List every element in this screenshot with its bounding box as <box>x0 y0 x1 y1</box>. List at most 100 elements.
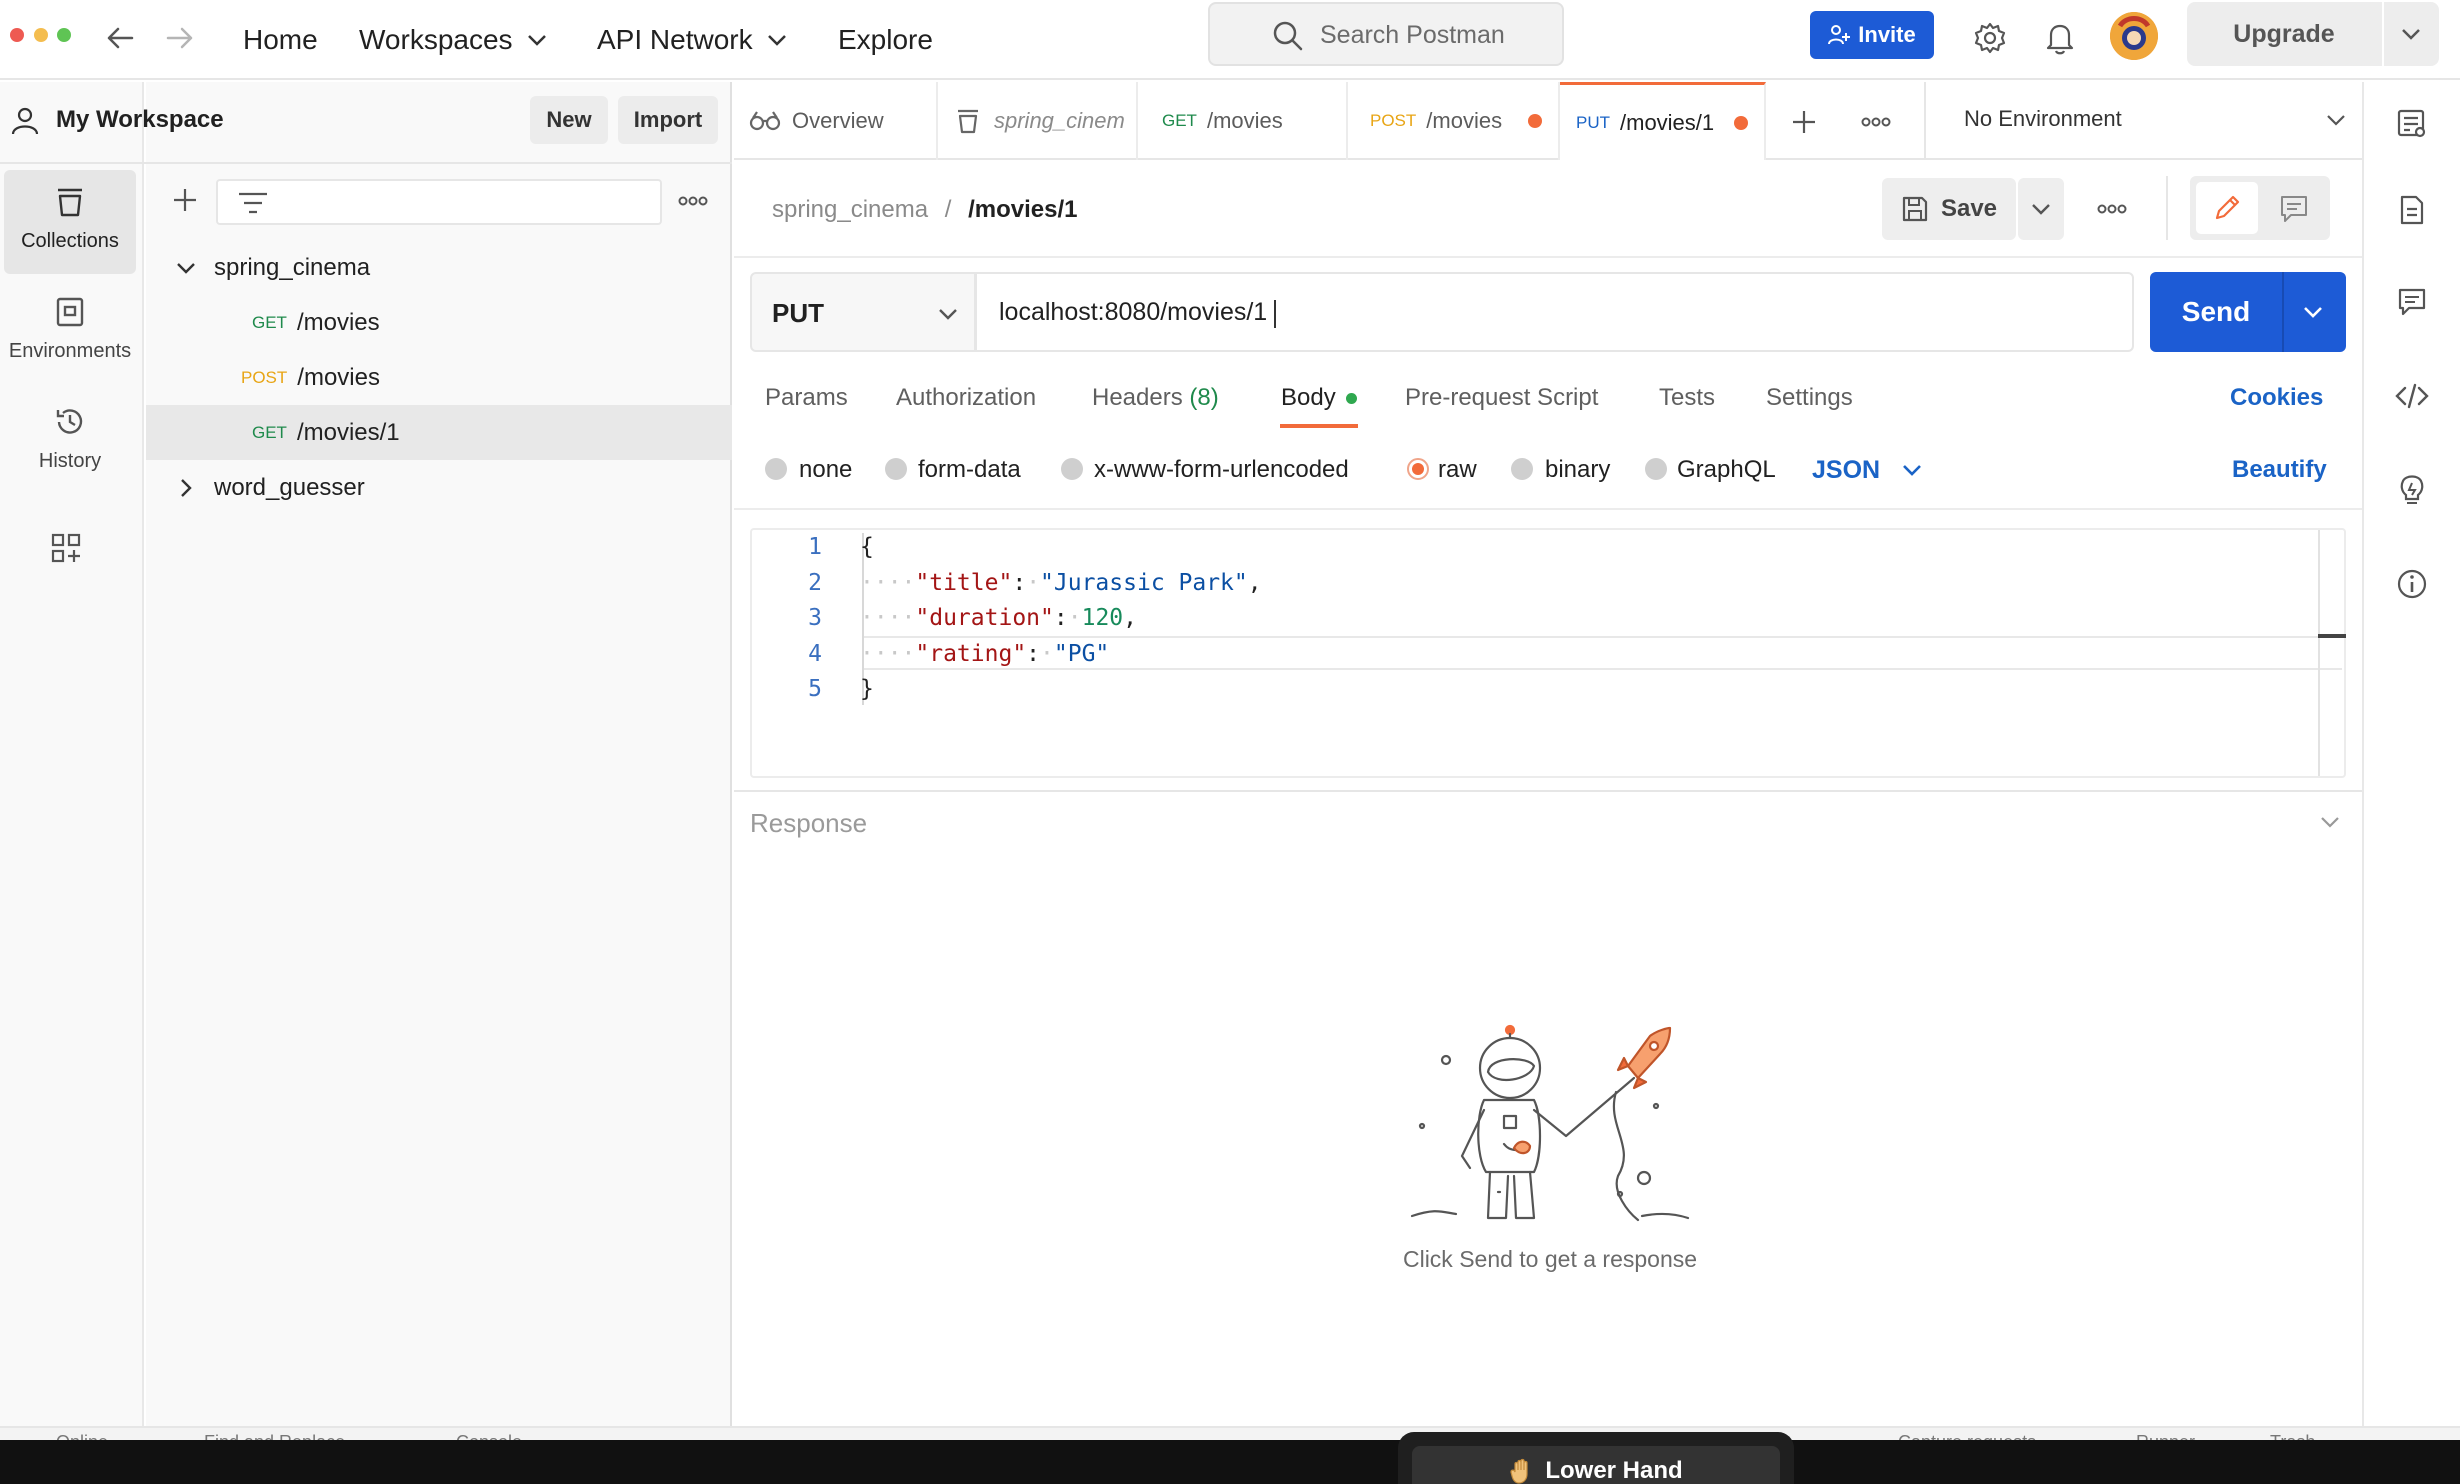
request-options-icon[interactable] <box>2094 194 2130 224</box>
comments-icon[interactable] <box>2392 282 2432 322</box>
radio-raw-label[interactable]: raw <box>1438 456 1477 484</box>
avatar[interactable] <box>2110 12 2158 60</box>
collection-spring-cinema[interactable]: spring_cinema <box>146 240 732 295</box>
info-icon[interactable] <box>2392 564 2432 604</box>
cookies-link[interactable]: Cookies <box>2230 384 2323 412</box>
chevron-down-icon[interactable] <box>174 258 198 278</box>
nav-api-network[interactable]: API Network <box>597 16 787 64</box>
send-label: Send <box>2181 296 2251 327</box>
lightbulb-icon[interactable] <box>2392 470 2432 510</box>
code-snippet-icon[interactable] <box>2392 376 2432 416</box>
radio-graphql[interactable] <box>1645 458 1667 480</box>
tab-put-movies-1[interactable]: PUT /movies/1 <box>1560 82 1766 160</box>
empty-response-message: Click Send to get a response <box>1402 1246 1698 1272</box>
radio-none-label[interactable]: none <box>799 456 852 484</box>
breadcrumb-collection[interactable]: spring_cinema <box>772 196 928 223</box>
invite-button[interactable]: Invite <box>1810 11 1934 59</box>
radio-binary-label[interactable]: binary <box>1545 456 1610 484</box>
rail-history[interactable]: History <box>4 390 136 494</box>
radio-raw[interactable] <box>1407 458 1429 480</box>
tab-authorization[interactable]: Authorization <box>896 384 1036 412</box>
filter-input[interactable] <box>216 179 662 225</box>
chevron-down-icon <box>2030 202 2052 216</box>
radio-form-data-label[interactable]: form-data <box>918 456 1021 484</box>
chevron-down-icon <box>767 35 786 46</box>
nav-explore[interactable]: Explore <box>838 16 933 64</box>
save-dropdown-button[interactable] <box>2018 178 2064 240</box>
tab-collection-spring-cinema[interactable]: spring_cinem <box>938 82 1138 160</box>
documentation-icon[interactable] <box>2392 190 2432 230</box>
new-button[interactable]: New <box>530 96 608 144</box>
chevron-down-icon[interactable] <box>1900 462 1924 478</box>
json-brace: } <box>860 676 874 702</box>
add-apps-icon[interactable] <box>46 528 86 568</box>
nav-workspaces[interactable]: Workspaces <box>359 16 547 64</box>
search-bar[interactable]: Search Postman <box>1208 2 1564 66</box>
status-find-replace[interactable]: Find and Replace <box>204 1432 345 1440</box>
nav-home[interactable]: Home <box>243 16 318 64</box>
radio-graphql-label[interactable]: GraphQL <box>1677 456 1776 484</box>
close-window-icon[interactable] <box>10 28 24 42</box>
line-number: 3 <box>808 605 822 631</box>
status-capture[interactable]: Capture requests <box>1898 1432 2036 1440</box>
environment-quick-look-icon[interactable] <box>2392 104 2432 144</box>
request-post-movies[interactable]: POST /movies <box>146 350 732 405</box>
rail-environments[interactable]: Environments <box>4 280 136 384</box>
notification-bell-icon[interactable] <box>2038 16 2082 60</box>
tab-body[interactable]: Body <box>1281 384 1358 412</box>
rail-collections[interactable]: Collections <box>4 170 136 274</box>
status-runner[interactable]: Runner <box>2136 1432 2195 1440</box>
tab-headers[interactable]: Headers (8) <box>1092 384 1219 412</box>
active-tab-underline <box>1280 424 1358 428</box>
method-select[interactable]: PUT <box>750 272 976 352</box>
radio-urlencoded-label[interactable]: x-www-form-urlencoded <box>1094 456 1349 484</box>
beautify-link[interactable]: Beautify <box>2232 456 2327 484</box>
editor-scrollbar[interactable] <box>2318 530 2320 776</box>
collection-word-guesser[interactable]: word_guesser <box>146 460 732 515</box>
radio-none[interactable] <box>765 458 787 480</box>
send-button[interactable]: Send <box>2150 272 2346 352</box>
more-options-icon[interactable] <box>676 186 710 216</box>
import-button[interactable]: Import <box>618 96 718 144</box>
tab-get-movies[interactable]: GET /movies <box>1138 82 1348 160</box>
request-get-movies-1[interactable]: GET /movies/1 <box>146 405 732 460</box>
tab-label: Overview <box>792 108 884 133</box>
radio-urlencoded[interactable] <box>1061 458 1083 480</box>
tab-overview[interactable]: Overview <box>734 82 938 160</box>
new-tab-plus-icon[interactable] <box>1786 104 1822 140</box>
tab-tests[interactable]: Tests <box>1659 384 1715 412</box>
status-trash[interactable]: Trash <box>2270 1432 2315 1440</box>
language-select[interactable]: JSON <box>1812 456 1880 485</box>
chevron-right-icon[interactable] <box>176 476 196 500</box>
request-get-movies[interactable]: GET /movies <box>146 295 732 350</box>
tab-settings[interactable]: Settings <box>1766 384 1853 412</box>
chevron-down-icon[interactable] <box>2393 22 2429 46</box>
forward-arrow-icon[interactable] <box>160 18 200 58</box>
breadcrumb-request[interactable]: /movies/1 <box>968 196 1077 223</box>
chevron-down-icon[interactable] <box>2318 814 2342 830</box>
url-input[interactable]: localhost:8080/movies/1 <box>976 272 2134 352</box>
tab-post-movies[interactable]: POST /movies <box>1348 82 1560 160</box>
upgrade-button[interactable]: Upgrade <box>2187 2 2439 66</box>
lower-hand-button[interactable]: Lower Hand <box>1412 1446 1780 1484</box>
status-console[interactable]: Console <box>456 1432 522 1440</box>
minimize-window-icon[interactable] <box>34 28 48 42</box>
radio-binary[interactable] <box>1511 458 1533 480</box>
import-label: Import <box>633 107 703 132</box>
add-collection-icon[interactable] <box>168 182 202 218</box>
tab-options-icon[interactable] <box>1858 108 1894 136</box>
comment-mode-icon[interactable] <box>2276 192 2312 226</box>
tab-prerequest-script[interactable]: Pre-request Script <box>1405 384 1598 412</box>
edit-mode-button[interactable] <box>2196 182 2258 234</box>
tab-params[interactable]: Params <box>765 384 848 412</box>
status-online[interactable]: Online <box>56 1432 108 1440</box>
workspace-title[interactable]: My Workspace <box>56 106 224 134</box>
back-arrow-icon[interactable] <box>100 18 140 58</box>
maximize-window-icon[interactable] <box>57 28 71 42</box>
method-badge: POST <box>1370 111 1417 130</box>
response-divider[interactable] <box>734 790 2362 792</box>
radio-form-data[interactable] <box>885 458 907 480</box>
chevron-down-icon[interactable] <box>2298 304 2328 320</box>
save-button[interactable]: Save <box>1882 178 2016 240</box>
settings-gear-icon[interactable] <box>1968 16 2012 60</box>
